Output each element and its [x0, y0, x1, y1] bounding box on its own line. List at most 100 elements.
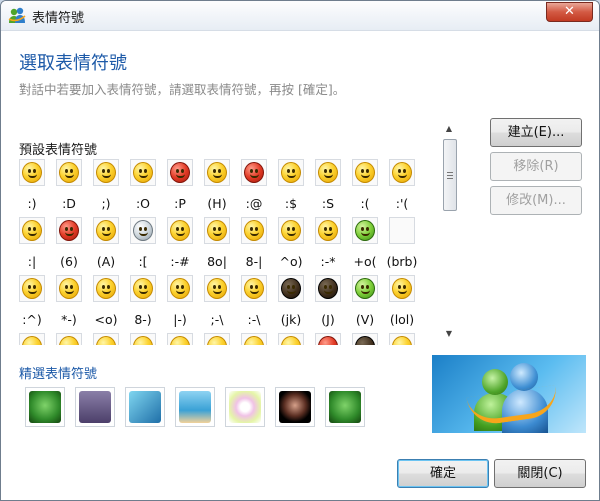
emoticon-shortcut: :S — [321, 196, 335, 211]
emoticon-shortcut: :[ — [138, 254, 148, 269]
emoticon-cell[interactable] — [19, 333, 45, 345]
remove-button[interactable]: 移除(R) — [490, 152, 582, 181]
emoticon-icon — [96, 220, 116, 241]
emoticon-cell[interactable] — [56, 159, 82, 186]
emoticon-cell[interactable] — [56, 217, 82, 244]
featured-emoticon-item[interactable] — [25, 387, 65, 427]
emoticon-cell[interactable] — [241, 159, 267, 186]
emoticon-cell[interactable] — [204, 217, 230, 244]
create-button[interactable]: 建立(E)... — [490, 118, 582, 147]
emoticon-cell[interactable] — [93, 333, 119, 345]
emoticon-cell[interactable] — [167, 275, 193, 302]
emoticon-icon — [170, 336, 190, 345]
emoticon-cell[interactable] — [389, 217, 415, 244]
emoticon-icon — [96, 278, 116, 299]
emoticon-cell[interactable] — [315, 333, 341, 345]
emoticon-cell[interactable] — [241, 275, 267, 302]
emoticon-cell[interactable] — [130, 333, 156, 345]
emoticon-icon — [133, 336, 153, 345]
emoticon-icon — [281, 278, 301, 299]
emoticon-icon — [22, 162, 42, 183]
title-bar: 表情符號 ✕ — [1, 1, 599, 31]
emoticon-icon — [244, 336, 264, 345]
featured-emoticon-item[interactable] — [75, 387, 115, 427]
emoticon-cell[interactable] — [278, 159, 304, 186]
emoticon-shortcut: +o( — [353, 254, 377, 269]
featured-emoticon-item[interactable] — [325, 387, 365, 427]
emoticon-shortcut: (lol) — [389, 312, 415, 327]
emoticon-cell[interactable] — [352, 217, 378, 244]
emoticon-cell[interactable] — [315, 217, 341, 244]
emoticon-cell[interactable] — [204, 333, 230, 345]
messenger-banner-image — [432, 355, 586, 433]
emoticon-icon — [244, 162, 264, 183]
emoticon-cell[interactable] — [278, 217, 304, 244]
emoticon-icon — [207, 162, 227, 183]
featured-emoticon-item[interactable] — [125, 387, 165, 427]
emoticon-cell[interactable] — [389, 275, 415, 302]
emoticon-cell[interactable] — [278, 333, 304, 345]
emoticon-cell[interactable] — [204, 275, 230, 302]
emoticon-icon — [318, 220, 338, 241]
emoticon-cell[interactable] — [19, 217, 45, 244]
messenger-icon — [8, 7, 26, 23]
emoticon-cell[interactable] — [19, 275, 45, 302]
emoticon-cell[interactable] — [19, 159, 45, 186]
emoticon-icon — [96, 336, 116, 345]
emoticon-shortcut: ;) — [101, 196, 111, 211]
emoticon-cell[interactable] — [56, 275, 82, 302]
emoticon-icon — [207, 220, 227, 241]
emoticon-icon — [355, 278, 375, 299]
scroll-down-icon[interactable]: ▼ — [444, 330, 454, 338]
green-monster-2-icon — [329, 391, 361, 423]
featured-emoticon-item[interactable] — [275, 387, 315, 427]
emoticon-shortcut: :@ — [245, 196, 263, 211]
emoticon-shortcut: (jk) — [280, 312, 302, 327]
emoticon-icon — [22, 278, 42, 299]
scroll-up-icon[interactable]: ▲ — [444, 125, 454, 133]
ok-button[interactable]: 確定 — [397, 459, 489, 488]
emoticon-cell[interactable] — [389, 333, 415, 345]
emoticon-cell[interactable] — [352, 275, 378, 302]
emoticon-cell[interactable] — [93, 217, 119, 244]
emoticon-cell[interactable] — [204, 159, 230, 186]
edit-button[interactable]: 修改(M)... — [490, 186, 582, 215]
emoticon-cell[interactable] — [352, 159, 378, 186]
emoticon-shortcut: 8o| — [207, 254, 227, 269]
emoticon-scrollbar[interactable]: ▲ ▼ — [441, 125, 458, 340]
emoticon-shortcut: :^) — [22, 312, 42, 327]
emoticon-icon — [22, 336, 42, 345]
emoticon-shortcut: :O — [135, 196, 151, 211]
emoticon-icon — [207, 336, 227, 345]
emoticon-shortcut: :( — [360, 196, 370, 211]
emoticon-cell[interactable] — [389, 159, 415, 186]
dancer-icon — [279, 391, 311, 423]
emoticon-cell[interactable] — [315, 275, 341, 302]
featured-emoticon-item[interactable] — [175, 387, 215, 427]
emoticon-cell[interactable] — [241, 333, 267, 345]
emoticon-cell[interactable] — [130, 217, 156, 244]
emoticon-cell[interactable] — [352, 333, 378, 345]
featured-emoticon-item[interactable] — [225, 387, 265, 427]
close-button[interactable]: 關閉(C) — [494, 459, 586, 488]
emoticon-icon — [392, 336, 412, 345]
emoticon-cell[interactable] — [93, 159, 119, 186]
emoticon-shortcut: (brb) — [386, 254, 418, 269]
emoticon-cell[interactable] — [315, 159, 341, 186]
scroll-thumb[interactable] — [443, 139, 457, 211]
emoticon-cell[interactable] — [56, 333, 82, 345]
emoticon-cell[interactable] — [278, 275, 304, 302]
emoticon-shortcut: (V) — [355, 312, 375, 327]
emoticon-cell[interactable] — [167, 333, 193, 345]
emoticon-cell[interactable] — [130, 275, 156, 302]
emoticon-icon — [59, 336, 79, 345]
emoticon-cell[interactable] — [93, 275, 119, 302]
emoticon-cell[interactable] — [167, 159, 193, 186]
window-close-button[interactable]: ✕ — [546, 2, 593, 22]
emoticon-shortcut: (J) — [321, 312, 335, 327]
emoticon-shortcut: :$ — [284, 196, 298, 211]
emoticon-cell[interactable] — [241, 217, 267, 244]
emoticon-cell[interactable] — [167, 217, 193, 244]
emoticon-cell[interactable] — [130, 159, 156, 186]
default-emoticons-label: 預設表情符號 — [19, 143, 98, 158]
